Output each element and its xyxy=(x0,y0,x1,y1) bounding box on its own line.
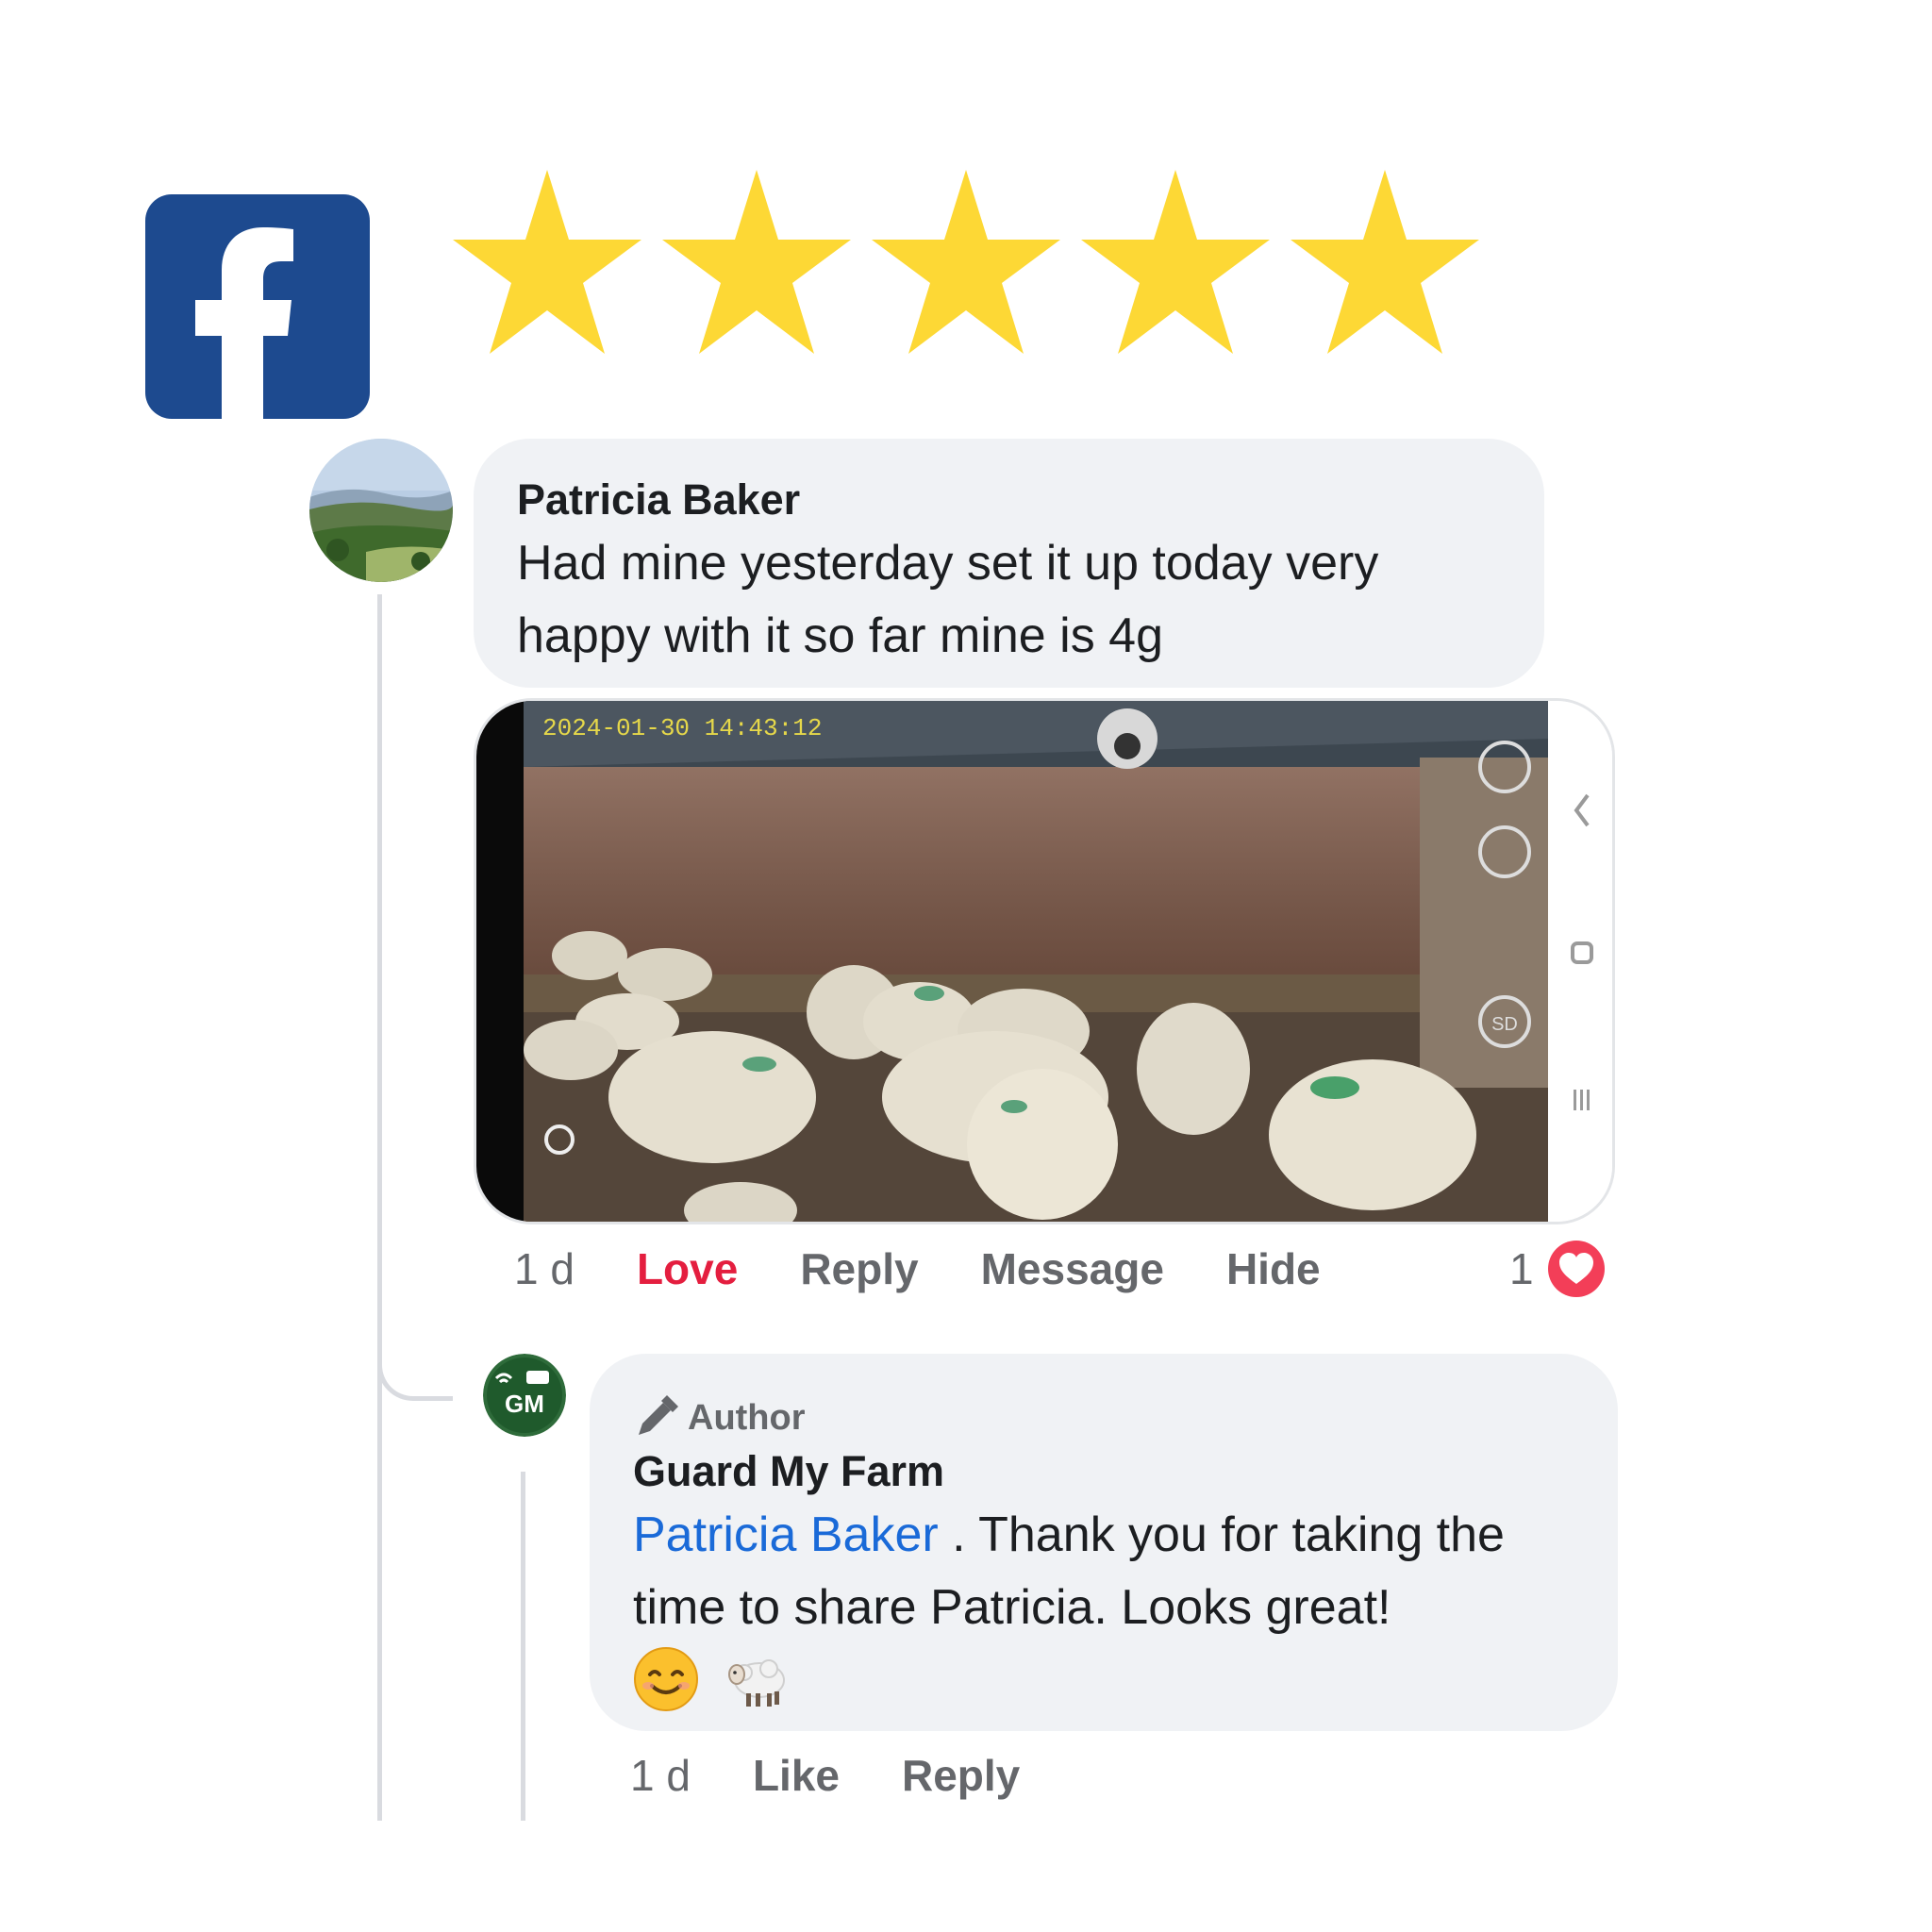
reaction-summary[interactable]: 1 xyxy=(1509,1236,1606,1302)
heart-icon xyxy=(1547,1240,1606,1298)
thread-connector xyxy=(377,1311,453,1401)
comment-text: Had mine yesterday set it up today very … xyxy=(517,536,1379,663)
reply-button[interactable]: Reply xyxy=(800,1243,918,1294)
message-button[interactable]: Message xyxy=(981,1243,1164,1294)
author-badge-label: Author xyxy=(688,1397,806,1438)
reply-timestamp: 1 d xyxy=(630,1751,691,1800)
star-icon xyxy=(1081,170,1270,354)
comment-author-name[interactable]: Patricia Baker xyxy=(517,473,1501,527)
thread-line xyxy=(377,594,382,1821)
reply-text: Patricia Baker . Thank you for taking th… xyxy=(633,1499,1574,1644)
reply-bubble: Author Guard My Farm Patricia Baker . Th… xyxy=(590,1354,1618,1731)
reply-actions: 1 d Like Reply xyxy=(630,1742,1385,1808)
star-icon xyxy=(662,170,851,354)
author-badge: Author xyxy=(633,1391,1574,1444)
avatar[interactable]: GM xyxy=(483,1354,566,1437)
reaction-count: 1 xyxy=(1509,1244,1534,1293)
star-icon xyxy=(1291,170,1479,354)
reply-author-name[interactable]: Guard My Farm xyxy=(633,1444,1574,1499)
facebook-logo-icon xyxy=(145,194,370,419)
star-rating xyxy=(453,170,1500,358)
comment-timestamp: 1 d xyxy=(514,1244,575,1293)
avatar[interactable] xyxy=(309,439,453,582)
star-icon xyxy=(872,170,1060,354)
camera-timestamp-overlay: 2024-01-30 14:43:12 xyxy=(542,714,822,742)
emoji-row xyxy=(633,1646,1574,1712)
smiling-face-emoji xyxy=(633,1646,699,1712)
comment-actions: 1 d Love Reply Message Hide xyxy=(514,1236,1618,1302)
hide-button[interactable]: Hide xyxy=(1226,1243,1321,1294)
avatar-initials: GM xyxy=(505,1390,544,1418)
sheep-emoji xyxy=(724,1646,790,1712)
comment-bubble: Patricia Baker Had mine yesterday set it… xyxy=(474,439,1544,688)
reply-thread-line xyxy=(521,1472,525,1821)
love-button[interactable]: Love xyxy=(637,1243,738,1294)
star-icon xyxy=(453,170,641,354)
reply-button[interactable]: Reply xyxy=(902,1750,1020,1801)
like-button[interactable]: Like xyxy=(753,1750,840,1801)
pen-icon xyxy=(633,1395,678,1441)
sd-card-badge: SD xyxy=(1491,1014,1518,1035)
comment-attachment-image[interactable]: 2024-01-30 14:43:12 SD xyxy=(474,698,1615,1224)
mention-link[interactable]: Patricia Baker xyxy=(633,1507,939,1562)
